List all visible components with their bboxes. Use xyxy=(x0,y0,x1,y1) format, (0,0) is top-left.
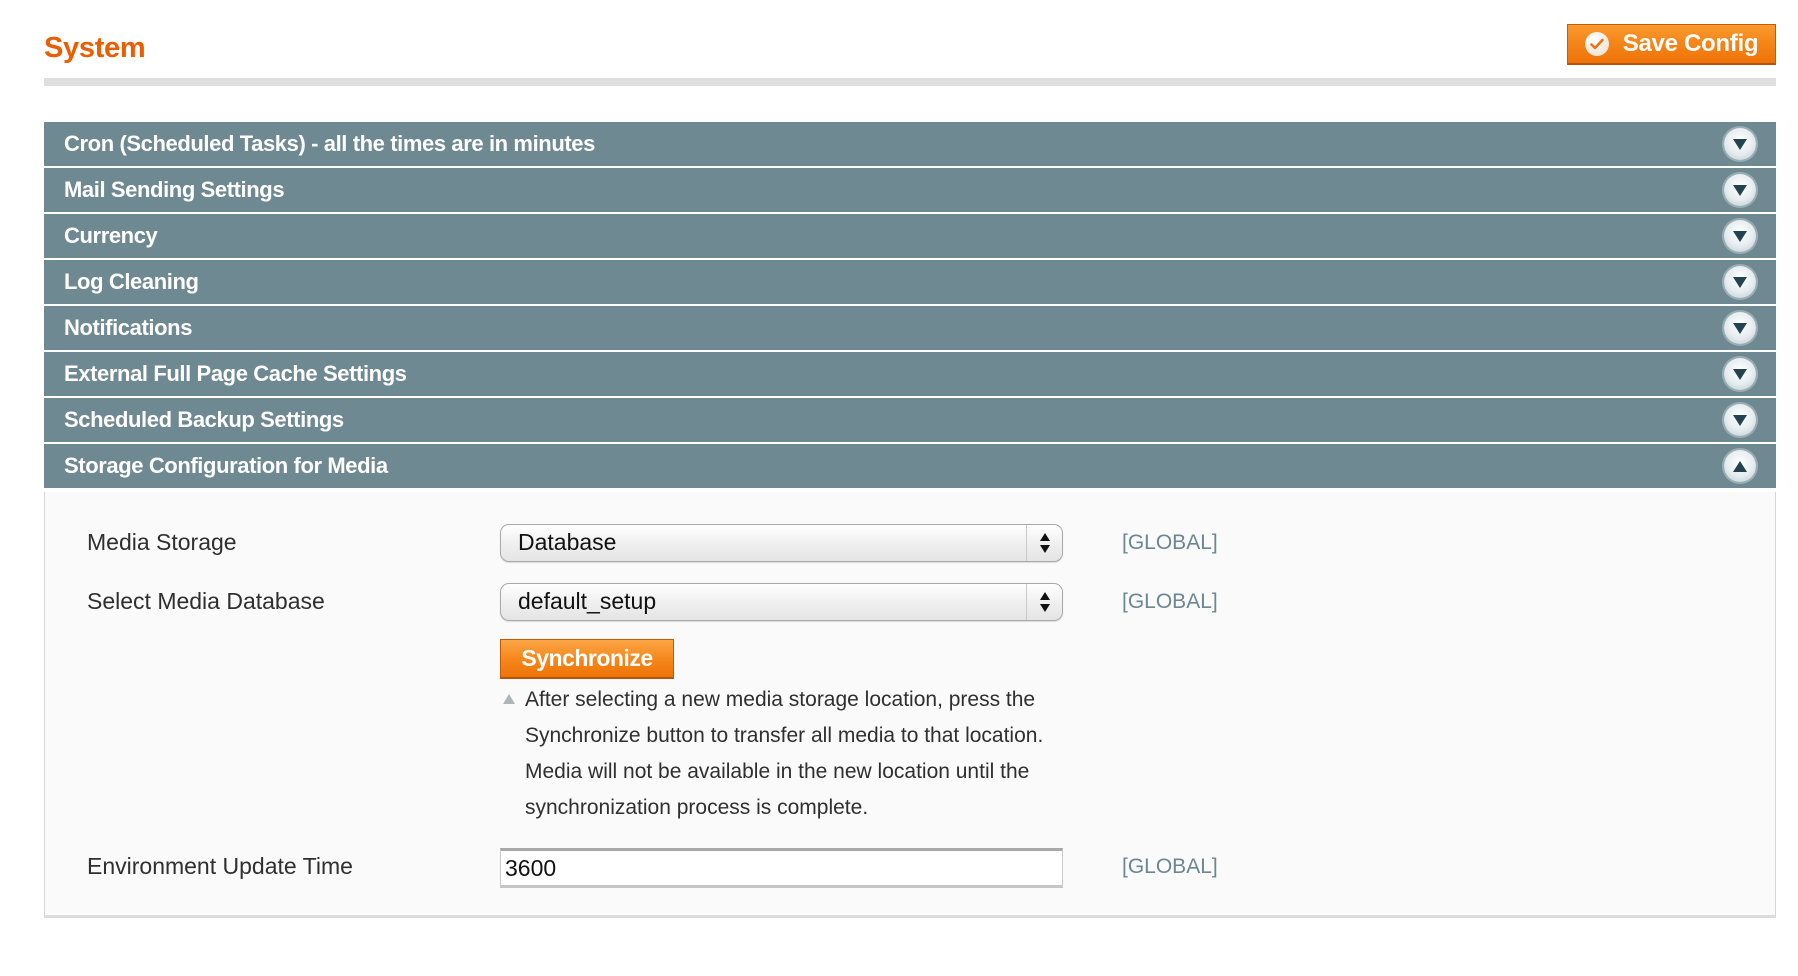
chevron-down-icon[interactable] xyxy=(1724,312,1756,344)
note-text: After selecting a new media storage loca… xyxy=(525,688,1044,819)
check-circle-icon xyxy=(1584,32,1609,56)
chevron-down-icon[interactable] xyxy=(1724,220,1756,252)
chevron-up-icon[interactable] xyxy=(1724,450,1756,482)
section-currency[interactable]: Currency xyxy=(44,214,1776,258)
chevron-down-icon[interactable] xyxy=(1724,128,1756,160)
section-scheduled-backup[interactable]: Scheduled Backup Settings xyxy=(44,398,1776,442)
note-triangle-icon xyxy=(503,694,515,704)
env-update-time-label: Environment Update Time xyxy=(87,853,353,879)
scope-badge: [GLOBAL] xyxy=(1122,590,1218,613)
scope-badge: [GLOBAL] xyxy=(1122,531,1218,554)
media-storage-select[interactable]: Database xyxy=(500,524,1063,562)
section-notifications[interactable]: Notifications xyxy=(44,306,1776,350)
section-external-fpc[interactable]: External Full Page Cache Settings xyxy=(44,352,1776,396)
media-database-select[interactable]: default_setup xyxy=(500,583,1063,621)
media-storage-value: Database xyxy=(518,529,617,555)
chevron-down-icon[interactable] xyxy=(1724,404,1756,436)
select-arrows-icon xyxy=(1026,525,1062,561)
config-sections: Cron (Scheduled Tasks) - all the times a… xyxy=(44,122,1776,490)
section-label: Cron (Scheduled Tasks) - all the times a… xyxy=(64,131,595,156)
select-arrows-icon xyxy=(1026,584,1062,620)
media-database-label: Select Media Database xyxy=(87,588,325,614)
chevron-down-icon[interactable] xyxy=(1724,174,1756,206)
section-cron[interactable]: Cron (Scheduled Tasks) - all the times a… xyxy=(44,122,1776,166)
section-label: Log Cleaning xyxy=(64,269,199,294)
env-update-time-input[interactable] xyxy=(500,848,1063,888)
media-database-value: default_setup xyxy=(518,588,657,614)
section-label: Storage Configuration for Media xyxy=(64,453,388,478)
page-title: System xyxy=(44,32,146,64)
media-storage-label: Media Storage xyxy=(87,529,237,555)
save-config-button[interactable]: Save Config xyxy=(1567,24,1776,65)
chevron-down-icon[interactable] xyxy=(1724,266,1756,298)
title-divider xyxy=(44,78,1776,86)
section-label: Currency xyxy=(64,223,158,248)
storage-media-panel: Media Storage Database [GLOBAL] Select M… xyxy=(44,492,1776,918)
chevron-down-icon[interactable] xyxy=(1724,358,1756,390)
scope-badge: [GLOBAL] xyxy=(1122,855,1218,878)
section-label: Mail Sending Settings xyxy=(64,177,285,202)
section-log-cleaning[interactable]: Log Cleaning xyxy=(44,260,1776,304)
section-storage-media[interactable]: Storage Configuration for Media xyxy=(44,444,1776,488)
synchronize-note: After selecting a new media storage loca… xyxy=(500,682,1100,826)
synchronize-button[interactable]: Synchronize xyxy=(500,639,674,679)
section-label: Notifications xyxy=(64,315,193,340)
section-mail-sending[interactable]: Mail Sending Settings xyxy=(44,168,1776,212)
section-label: Scheduled Backup Settings xyxy=(64,407,344,432)
save-config-label: Save Config xyxy=(1622,30,1759,57)
section-label: External Full Page Cache Settings xyxy=(64,361,407,386)
